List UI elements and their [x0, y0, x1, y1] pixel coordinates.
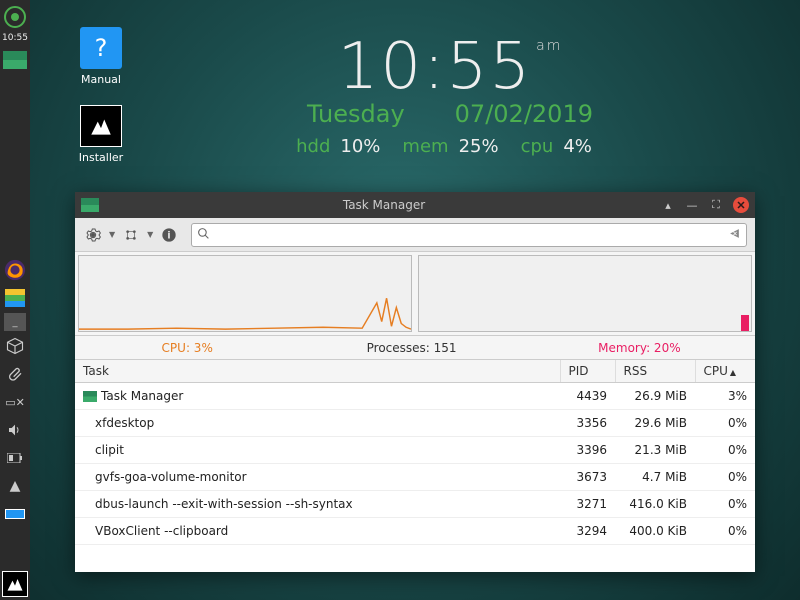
search-input[interactable] [191, 223, 747, 247]
col-task-header[interactable]: Task [75, 360, 560, 383]
col-cpu-header[interactable]: CPU▲ [695, 360, 755, 383]
processes-stat: Processes: 151 [299, 341, 523, 355]
widget-cpu-value: 4% [563, 136, 592, 157]
panel-terminal-icon[interactable]: _ [4, 313, 26, 331]
panel-firefox-icon[interactable] [2, 257, 28, 283]
process-row[interactable]: gvfs-goa-volume-monitor 36734.7 MiB0% [75, 464, 755, 491]
widget-time-value: 10:55 [338, 30, 532, 104]
process-name: dbus-launch --exit-with-session --sh-syn… [95, 497, 353, 511]
panel-taskmanager-launcher[interactable] [2, 47, 28, 73]
clear-search-icon[interactable] [728, 227, 741, 244]
desktop-installer-icon[interactable]: Installer [66, 105, 136, 164]
panel-battery-icon[interactable] [2, 445, 28, 471]
settings-button[interactable] [83, 225, 103, 245]
process-row[interactable]: dbus-launch --exit-with-session --sh-syn… [75, 491, 755, 518]
process-name: clipit [95, 443, 124, 457]
process-table: Task PID RSS CPU▲ Task Manager 443926.9 M… [75, 360, 755, 545]
panel-eject-icon[interactable]: ▲ [2, 473, 28, 499]
process-icon [83, 391, 97, 402]
process-rss: 29.6 MiB [615, 410, 695, 437]
col-pid-label: PID [569, 364, 589, 378]
process-rss: 21.3 MiB [615, 437, 695, 464]
panel-volume-icon[interactable] [2, 417, 28, 443]
widget-mem-value: 25% [459, 136, 499, 157]
process-pid: 4439 [560, 383, 615, 410]
desktop-manual-icon[interactable]: ? Manual [66, 27, 136, 86]
process-cpu: 0% [695, 437, 755, 464]
col-task-label: Task [83, 364, 109, 378]
processes-dropdown-icon[interactable]: ▼ [147, 230, 153, 239]
shade-button[interactable]: ▴ [661, 198, 675, 212]
panel-clip-icon[interactable] [2, 361, 28, 387]
svg-text:i: i [168, 230, 171, 241]
help-icon: ? [80, 27, 122, 69]
desktop-icon-label: Installer [66, 151, 136, 164]
toolbar: ▼ ▼ i [75, 218, 755, 252]
widget-ampm: am [536, 38, 562, 54]
process-name: VBoxClient --clipboard [95, 524, 228, 538]
panel-files-icon[interactable] [2, 285, 28, 311]
widget-hdd-value: 10% [340, 136, 380, 157]
sort-asc-icon: ▲ [730, 368, 736, 377]
panel-workspace-icon[interactable] [2, 501, 28, 527]
process-name: gvfs-goa-volume-monitor [95, 470, 247, 484]
widget-time: 10:55 am [250, 30, 650, 104]
col-rss-header[interactable]: RSS [615, 360, 695, 383]
process-rss: 26.9 MiB [615, 383, 695, 410]
stats-row: CPU: 3% Processes: 151 Memory: 20% [75, 336, 755, 360]
process-row[interactable]: VBoxClient --clipboard 3294400.0 KiB0% [75, 518, 755, 545]
maximize-button[interactable]: ⛶ [709, 198, 723, 212]
panel-mx-icon[interactable] [2, 571, 28, 597]
window-icon [81, 198, 99, 212]
widget-date: 07/02/2019 [455, 100, 593, 128]
panel-display-mute-icon[interactable]: ▭✕ [2, 389, 28, 415]
process-pid: 3673 [560, 464, 615, 491]
widget-hdd-label: hdd [296, 136, 330, 157]
process-cpu: 0% [695, 518, 755, 545]
process-rss: 4.7 MiB [615, 464, 695, 491]
process-row[interactable]: xfdesktop 335629.6 MiB0% [75, 410, 755, 437]
panel-clock[interactable]: 10:55 [2, 32, 28, 45]
process-table-wrap[interactable]: Task PID RSS CPU▲ Task Manager 443926.9 M… [75, 360, 755, 572]
minimize-button[interactable]: — [685, 198, 699, 212]
titlebar[interactable]: Task Manager ▴ — ⛶ [75, 192, 755, 218]
task-manager-window: Task Manager ▴ — ⛶ ▼ ▼ i [75, 192, 755, 572]
process-row[interactable]: Task Manager 443926.9 MiB3% [75, 383, 755, 410]
desktop-icon-label: Manual [66, 73, 136, 86]
cpu-stat: CPU: 3% [75, 341, 299, 355]
col-pid-header[interactable]: PID [560, 360, 615, 383]
processes-button[interactable] [121, 225, 141, 245]
process-cpu: 3% [695, 383, 755, 410]
process-pid: 3396 [560, 437, 615, 464]
memory-stat: Memory: 20% [524, 341, 755, 355]
col-cpu-label: CPU [704, 364, 728, 378]
process-row[interactable]: clipit 339621.3 MiB0% [75, 437, 755, 464]
memory-graph [418, 255, 752, 332]
process-name: Task Manager [101, 389, 183, 403]
settings-dropdown-icon[interactable]: ▼ [109, 230, 115, 239]
panel-package-icon[interactable] [2, 333, 28, 359]
close-button[interactable] [733, 197, 749, 213]
left-panel: 10:55 _ ▭✕ ▲ [0, 0, 30, 600]
graphs-area [75, 252, 755, 336]
process-pid: 3294 [560, 518, 615, 545]
widget-mem-label: mem [402, 136, 448, 157]
process-cpu: 0% [695, 491, 755, 518]
cpu-graph [78, 255, 412, 332]
distro-logo[interactable] [2, 4, 28, 30]
widget-cpu-label: cpu [521, 136, 554, 157]
process-pid: 3271 [560, 491, 615, 518]
process-cpu: 0% [695, 464, 755, 491]
info-button[interactable]: i [159, 225, 179, 245]
process-name: xfdesktop [95, 416, 154, 430]
col-rss-label: RSS [624, 364, 648, 378]
process-rss: 400.0 KiB [615, 518, 695, 545]
process-pid: 3356 [560, 410, 615, 437]
installer-icon [80, 105, 122, 147]
desktop-widget: 10:55 am Tuesday 07/02/2019 hdd 10% mem … [250, 30, 650, 157]
widget-day: Tuesday [307, 100, 405, 128]
process-rss: 416.0 KiB [615, 491, 695, 518]
process-cpu: 0% [695, 410, 755, 437]
window-title: Task Manager [107, 198, 661, 212]
